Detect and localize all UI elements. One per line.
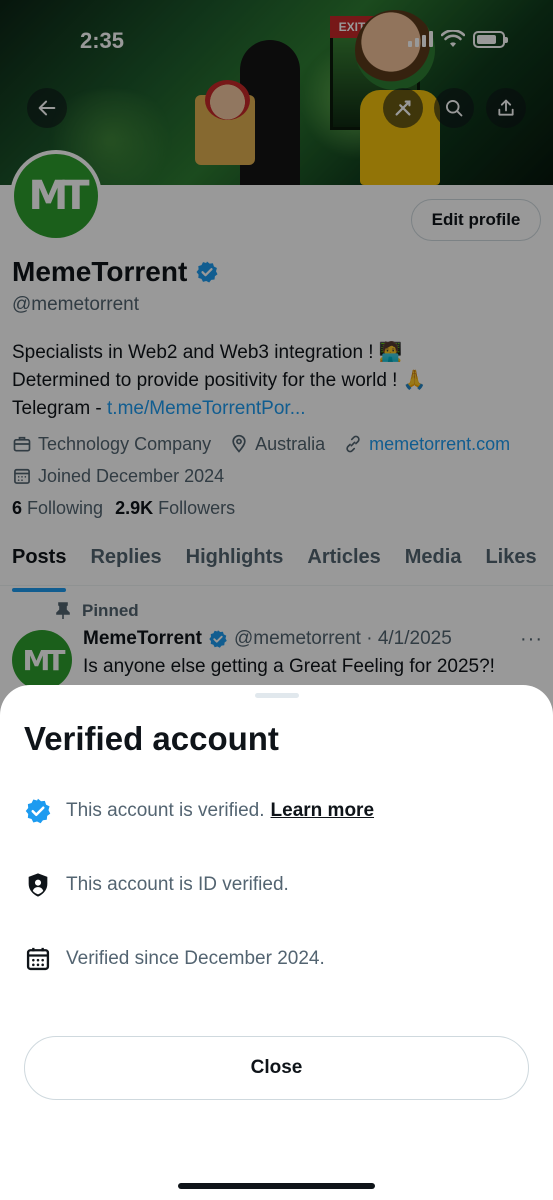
sheet-grabber[interactable] [255,693,299,698]
verified-badge-icon [25,798,51,824]
id-verified-text: This account is ID verified. [66,874,289,895]
id-verified-row: This account is ID verified. [24,871,289,899]
calendar-icon [26,947,50,971]
verified-since-row: Verified since December 2024. [24,945,325,973]
sheet-title: Verified account [24,720,279,757]
shield-person-icon [28,873,48,897]
close-button[interactable]: Close [24,1036,529,1100]
home-indicator[interactable] [178,1183,375,1189]
verified-text: This account is verified. [66,800,265,821]
verified-account-sheet: Verified account This account is verifie… [0,685,553,1200]
verified-since-text: Verified since December 2024. [66,948,325,969]
learn-more-link[interactable]: Learn more [271,800,374,821]
verified-row: This account is verified. Learn more [24,797,374,825]
